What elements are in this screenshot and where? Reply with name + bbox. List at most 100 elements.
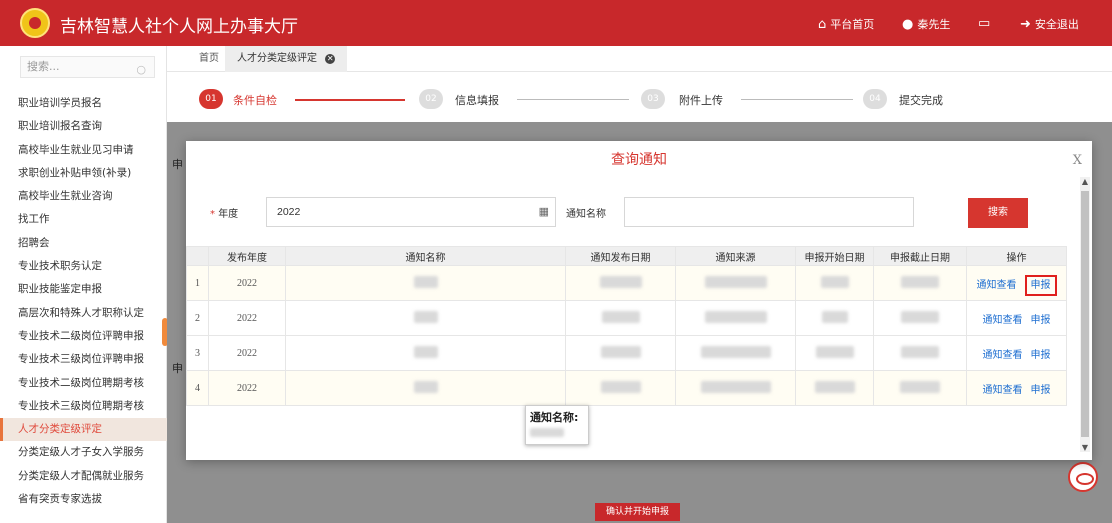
year-value: 2022	[277, 206, 301, 218]
row-index: 4	[186, 370, 209, 406]
row-notice-name	[285, 300, 566, 336]
nav-logout-link[interactable]: ➜ 安全退出	[1020, 16, 1079, 32]
row-publish-date	[565, 335, 676, 371]
row-start-date	[795, 370, 874, 406]
message-icon: ▭	[978, 16, 991, 31]
row-notice-name	[285, 265, 566, 301]
nav-logout-label: 安全退出	[1034, 18, 1079, 31]
nav-user-link[interactable]: ● 秦先生	[902, 16, 950, 32]
sidebar-item[interactable]: 专业技术三级岗位评聘申报	[0, 348, 167, 371]
row-index: 3	[186, 335, 209, 371]
view-notice-link[interactable]: 通知查看	[983, 385, 1023, 396]
row-actions: 通知查看 申报	[966, 300, 1067, 336]
sidebar-item[interactable]: 找工作	[0, 208, 167, 231]
sidebar-item[interactable]: 高校毕业生就业咨询	[0, 185, 167, 208]
step-4-number: 04	[863, 89, 887, 109]
step-1-number: 01	[199, 89, 223, 109]
scroll-up-icon[interactable]: ▲	[1080, 177, 1090, 186]
row-publish-date	[565, 265, 676, 301]
row-year: 2022	[208, 265, 286, 301]
tooltip-label: 通知名称:	[530, 411, 579, 424]
sidebar-item[interactable]: 高层次和特殊人才职称认定	[0, 302, 167, 325]
row-year: 2022	[208, 300, 286, 336]
search-icon[interactable]: ○	[136, 60, 146, 80]
sidebar-item-active[interactable]: 人才分类定级评定	[0, 418, 167, 442]
top-header: 吉林智慧人社个人网上办事大厅 ⌂ 平台首页 ● 秦先生 ▭ ➜ 安全退出	[0, 0, 1112, 46]
column-header: 申报截止日期	[873, 246, 967, 266]
search-button[interactable]: 搜索	[968, 198, 1028, 228]
sidebar-search-input[interactable]: 搜索... ○	[20, 56, 155, 78]
notice-name-label: 通知名称	[566, 209, 606, 220]
page-tabs: 首页 人才分类定级评定 ✕	[167, 46, 1112, 72]
row-actions: 通知查看 申报	[966, 335, 1067, 371]
apply-link[interactable]: 申报	[1031, 315, 1051, 326]
close-icon[interactable]: X	[1073, 153, 1082, 168]
sidebar-item[interactable]: 招聘会	[0, 232, 167, 255]
row-end-date	[873, 265, 967, 301]
sidebar-item[interactable]: 职业培训学员报名	[0, 92, 167, 115]
search-form: * 年度 2022 ▦ 通知名称 搜索	[186, 197, 1066, 228]
apply-link[interactable]: 申报	[1031, 385, 1051, 396]
row-index: 1	[186, 265, 209, 301]
nav-message-link[interactable]: ▭	[978, 16, 994, 31]
row-start-date	[795, 335, 874, 371]
step-connector-3	[741, 99, 853, 100]
year-field[interactable]: 2022 ▦	[266, 197, 556, 227]
step-connector-2	[517, 99, 629, 100]
tab-current[interactable]: 人才分类定级评定 ✕	[225, 46, 348, 72]
background-section-fragment: 申	[172, 158, 183, 171]
view-notice-link[interactable]: 通知查看	[983, 350, 1023, 361]
scroll-down-icon[interactable]: ▼	[1080, 443, 1090, 452]
sidebar-item[interactable]: 专业技术二级岗位聘期考核	[0, 372, 167, 395]
assistant-robot-icon[interactable]	[1068, 462, 1098, 492]
app-title: 吉林智慧人社个人网上办事大厅	[60, 17, 298, 37]
row-source	[675, 370, 796, 406]
table-row[interactable]: 3 2022 通知查看 申报	[186, 335, 1067, 371]
step-3-label: 附件上传	[679, 94, 723, 107]
step-4-label: 提交完成	[899, 94, 943, 107]
column-header: 发布年度	[208, 246, 286, 266]
table-row[interactable]: 1 2022 通知查看 申报	[186, 265, 1067, 301]
sidebar-item[interactable]: 专业技术三级岗位聘期考核	[0, 395, 167, 418]
sidebar-menu: 职业培训学员报名 职业培训报名查询 高校毕业生就业见习申请 求职创业补贴申领(补…	[0, 92, 167, 511]
sidebar-item[interactable]: 省有突贡专家选拔	[0, 488, 167, 511]
view-notice-link[interactable]: 通知查看	[977, 280, 1017, 291]
apply-link[interactable]: 申报	[1024, 274, 1057, 296]
user-icon: ●	[902, 16, 914, 32]
notice-name-tooltip: 通知名称:	[525, 405, 589, 445]
home-icon: ⌂	[818, 16, 827, 32]
view-notice-link[interactable]: 通知查看	[983, 315, 1023, 326]
nav-home-link[interactable]: ⌂ 平台首页	[818, 16, 874, 32]
step-connector-1	[295, 99, 405, 101]
table-row[interactable]: 4 2022 通知查看 申报	[186, 370, 1067, 406]
column-header: 通知发布日期	[565, 246, 676, 266]
sidebar-item[interactable]: 专业技术职务认定	[0, 255, 167, 278]
table-row[interactable]: 2 2022 通知查看 申报	[186, 300, 1067, 336]
row-notice-name	[285, 370, 566, 406]
sidebar-item[interactable]: 职业技能鉴定申报	[0, 278, 167, 301]
row-year: 2022	[208, 370, 286, 406]
dialog-scrollbar[interactable]: ▲ ▼	[1080, 177, 1090, 452]
search-placeholder: 搜索...	[27, 60, 60, 73]
sidebar-item[interactable]: 分类定级人才子女入学服务	[0, 441, 167, 464]
tooltip-redacted-value	[530, 428, 564, 437]
confirm-start-button[interactable]: 确认并开始申报	[595, 503, 680, 521]
sidebar-item[interactable]: 高校毕业生就业见习申请	[0, 139, 167, 162]
scrollbar-thumb[interactable]	[1081, 191, 1089, 437]
row-publish-date	[565, 300, 676, 336]
close-icon[interactable]: ✕	[325, 54, 336, 64]
notice-name-input[interactable]	[624, 197, 914, 227]
row-source	[675, 300, 796, 336]
apply-link[interactable]: 申报	[1031, 350, 1051, 361]
sidebar-item[interactable]: 求职创业补贴申领(补录)	[0, 162, 167, 185]
background-section-fragment: 申	[172, 362, 183, 375]
row-start-date	[795, 300, 874, 336]
row-notice-name	[285, 335, 566, 371]
sidebar-item[interactable]: 职业培训报名查询	[0, 115, 167, 138]
sidebar-item[interactable]: 专业技术二级岗位评聘申报	[0, 325, 167, 348]
step-3-number: 03	[641, 89, 665, 109]
sidebar-item[interactable]: 分类定级人才配偶就业服务	[0, 465, 167, 488]
step-2-label: 信息填报	[455, 94, 499, 107]
calendar-icon[interactable]: ▦	[539, 198, 549, 226]
row-source	[675, 265, 796, 301]
